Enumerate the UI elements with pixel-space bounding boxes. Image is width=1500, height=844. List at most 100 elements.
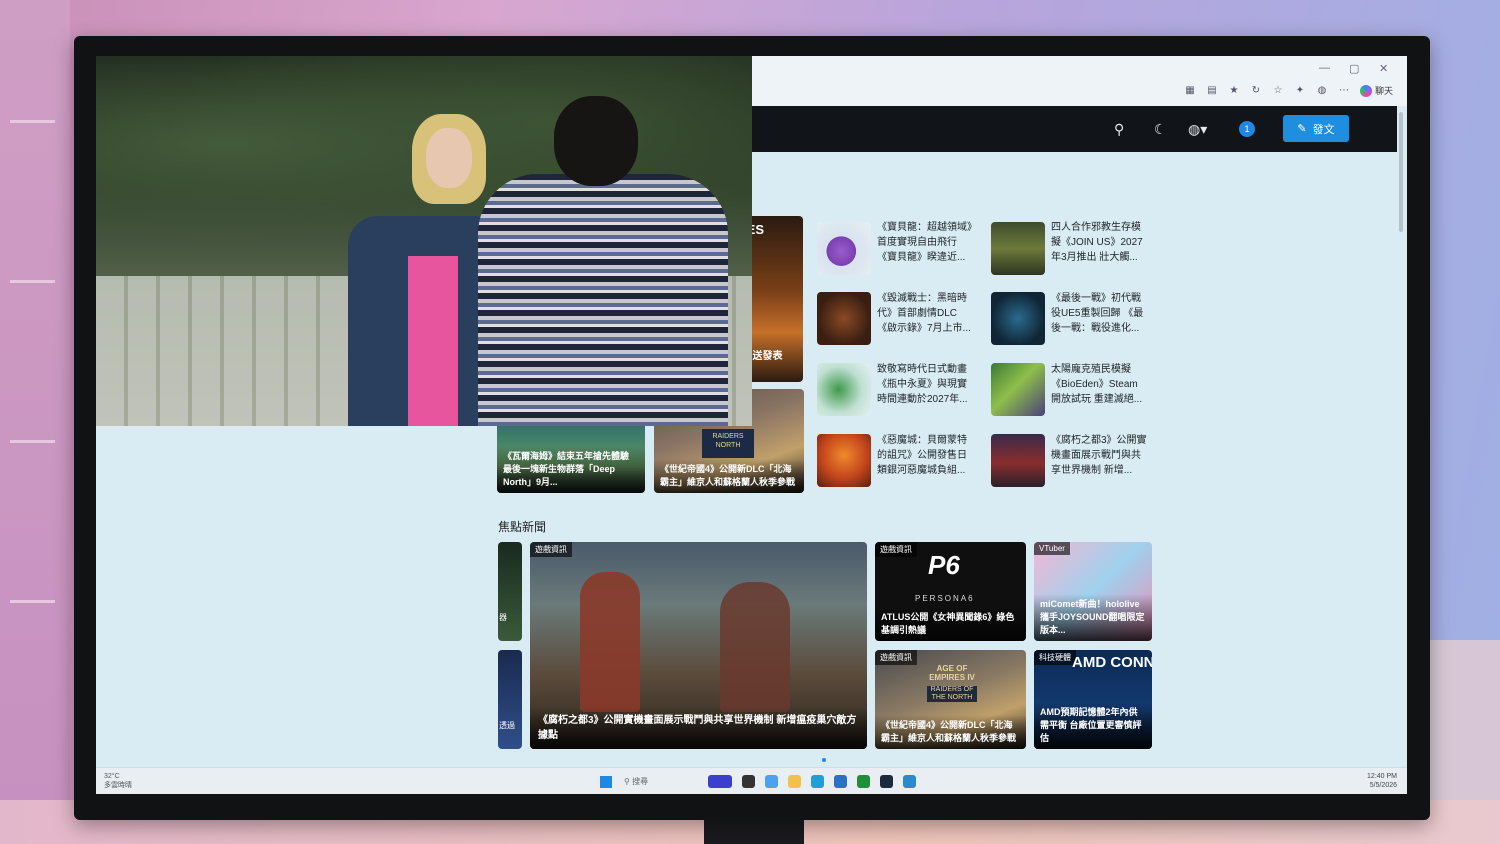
shelf xyxy=(10,440,55,443)
news-thumb[interactable] xyxy=(817,292,871,345)
search-icon[interactable]: ⚲ xyxy=(1114,121,1124,138)
zombie-fighter-figure xyxy=(580,572,640,712)
notification-badge[interactable]: 1 xyxy=(1239,121,1255,137)
app-icon[interactable] xyxy=(708,775,732,788)
focus-card-vtuber[interactable]: VTuber miComet新曲！hololive攜手JOYSOUND翻唱限定版… xyxy=(1034,542,1152,641)
video-player-overlay[interactable] xyxy=(96,56,752,426)
aoe4-logo: AGE OF EMPIRES IV xyxy=(929,664,975,682)
weather-widget[interactable]: 32°C 多雲時晴 xyxy=(104,772,132,790)
maximize-button[interactable]: ▢ xyxy=(1349,62,1359,75)
language-globe-icon[interactable]: ◍▾ xyxy=(1188,121,1207,138)
pencil-icon: ✎ xyxy=(1297,123,1307,135)
store-icon[interactable] xyxy=(834,775,847,788)
profile-icon[interactable]: ◍ xyxy=(1316,85,1328,97)
news-title[interactable]: 《腐朽之都3》公開實機畫面展示戰鬥與共享世界機制 新增... xyxy=(1051,433,1147,478)
reader-icon[interactable]: ▤ xyxy=(1206,85,1218,97)
app-icon[interactable] xyxy=(765,775,778,788)
video-man-shirt xyxy=(478,174,728,426)
card-caption: ATLUS公開《女神異聞錄6》綠色基調引熱議 xyxy=(875,607,1026,641)
news-thumb[interactable] xyxy=(991,292,1045,345)
news-title[interactable]: 致敬寫時代日式動畫《瓶中永夏》與現實時間連動於2027年... xyxy=(877,362,973,407)
star-icon[interactable]: ★ xyxy=(1228,85,1240,97)
clock-time: 12:40 PM xyxy=(1367,773,1397,780)
copilot-label: 聊天 xyxy=(1374,86,1393,96)
news-thumb[interactable] xyxy=(817,222,871,275)
taskbar: 32°C 多雲時晴 ⚲ 搜尋 12:40 PM 5/5/2026 xyxy=(96,767,1407,794)
news-thumb[interactable] xyxy=(817,434,871,487)
screen: — ▢ ✕ ▦ ▤ ★ ↻ ☆ ✦ ◍ ⋯ 聊天 ⚲ ☾ ◍▾ 1 ✎ 發文 E… xyxy=(96,56,1407,794)
system-tray[interactable]: 12:40 PM 5/5/2026 xyxy=(1367,772,1397,790)
card-caption: 透過 xyxy=(499,721,515,730)
focus-card-partial[interactable]: 器 xyxy=(498,542,522,641)
clock-date: 5/5/2026 xyxy=(1369,782,1397,789)
folder-icon[interactable] xyxy=(788,775,801,788)
news-thumb[interactable] xyxy=(817,363,871,416)
focus-card-partial[interactable]: 透過 xyxy=(498,650,522,749)
news-title[interactable]: 四人合作邪教生存模擬《JOIN US》2027年3月推出 壯大觸... xyxy=(1051,220,1147,265)
focus-main-card[interactable]: 遊戲資訊 《腐朽之都3》公開實機畫面展示戰鬥與共享世界機制 新增瘟疫巢穴敵方據點 xyxy=(530,542,867,749)
video-woman-face xyxy=(426,128,472,188)
news-title[interactable]: 太陽龐克殖民模擬《BioEden》Steam開放試玩 重建滅絕... xyxy=(1051,362,1147,407)
extensions-icon[interactable]: ✦ xyxy=(1294,85,1306,97)
card-tag: VTuber xyxy=(1034,542,1070,555)
card-tag: 科技硬體 xyxy=(1034,650,1076,665)
focus-card-persona6[interactable]: 遊戲資訊 P6 PERSONA6 ATLUS公開《女神異聞錄6》綠色基調引熱議 xyxy=(875,542,1026,641)
weather-temp: 32°C xyxy=(104,773,120,780)
section-title-focus: 焦點新聞 xyxy=(498,520,547,534)
favorites-icon[interactable]: ☆ xyxy=(1272,85,1284,97)
news-title[interactable]: 《惡魔城：貝爾蒙特的詛咒》公開發售日 類銀河惡魔城負組... xyxy=(877,433,973,478)
copilot-icon xyxy=(1359,84,1372,97)
card-caption: 器 xyxy=(499,613,507,622)
toolbar-icons: ▦ ▤ ★ ↻ ☆ ✦ ◍ ⋯ 聊天 xyxy=(1184,84,1393,97)
focus-card-amd[interactable]: 科技硬體 AMD CONN AMD預期記憶體2年內供需平衡 台廠位置更審慎評估 xyxy=(1034,650,1152,749)
split-icon[interactable]: ▦ xyxy=(1184,85,1196,97)
news-thumb[interactable] xyxy=(991,222,1045,275)
card-tag: 遊戲資訊 xyxy=(530,542,572,557)
news-title[interactable]: 《毀滅戰士：黑暗時代》首部劇情DLC《啟示錄》7月上市... xyxy=(877,291,973,336)
refresh-icon[interactable]: ↻ xyxy=(1250,85,1262,97)
card-tag: 遊戲資訊 xyxy=(875,542,917,557)
edge-icon[interactable] xyxy=(811,775,824,788)
card-caption: 《世紀帝國4》公開新DLC「北海霸主」維京人和蘇格蘭人秋季參戰 xyxy=(875,715,1026,749)
weather-desc: 多雲時晴 xyxy=(104,782,132,789)
amd-logo: AMD CONN xyxy=(1072,654,1152,671)
news-title[interactable]: 《寶貝龍：超越領域》首度實現自由飛行 《寶貝龍》睽違近... xyxy=(877,220,973,265)
room-wall-left xyxy=(0,0,70,844)
focus-card-aoe4[interactable]: 遊戲資訊 AGE OF EMPIRES IV RAIDERS OF THE NO… xyxy=(875,650,1026,749)
steam-icon[interactable] xyxy=(880,775,893,788)
taskbar-search[interactable]: ⚲ 搜尋 xyxy=(624,776,648,787)
more-icon[interactable]: ⋯ xyxy=(1338,85,1350,97)
news-thumb[interactable] xyxy=(991,434,1045,487)
shelf xyxy=(10,280,55,283)
taskbar-apps xyxy=(708,775,916,788)
dark-mode-icon[interactable]: ☾ xyxy=(1154,121,1167,138)
minimize-button[interactable]: — xyxy=(1319,62,1330,74)
scrollbar[interactable] xyxy=(1399,112,1403,232)
post-button[interactable]: ✎ 發文 xyxy=(1283,115,1349,142)
raiders-north-logo: RAIDERS NORTH xyxy=(702,429,754,458)
news-thumb[interactable] xyxy=(991,363,1045,416)
taskview-icon[interactable] xyxy=(742,775,755,788)
card-tag: 遊戲資訊 xyxy=(875,650,917,665)
card-caption: AMD預期記憶體2年內供需平衡 台廠位置更審慎評估 xyxy=(1034,702,1152,749)
video-woman-top xyxy=(408,256,458,426)
shelf xyxy=(10,120,55,123)
zombie-figure xyxy=(720,582,790,712)
close-button[interactable]: ✕ xyxy=(1379,62,1388,75)
monitor: — ▢ ✕ ▦ ▤ ★ ↻ ☆ ✦ ◍ ⋯ 聊天 ⚲ ☾ ◍▾ 1 ✎ 發文 E… xyxy=(74,36,1430,820)
post-label: 發文 xyxy=(1312,123,1335,136)
raiders-north-logo: RAIDERS OF THE NORTH xyxy=(927,686,977,702)
start-icon[interactable] xyxy=(600,776,612,788)
app-icon[interactable] xyxy=(903,775,916,788)
shelf xyxy=(10,600,55,603)
carousel-dot-active[interactable] xyxy=(822,758,826,762)
persona6-logo-sub: PERSONA6 xyxy=(915,594,975,603)
card-caption: 《腐朽之都3》公開實機畫面展示戰鬥與共享世界機制 新增瘟疫巢穴敵方據點 xyxy=(530,707,867,749)
news-title[interactable]: 《最後一戰》初代戰役UE5重製回歸 《最後一戰：戰役進化... xyxy=(1051,291,1147,336)
xbox-icon[interactable] xyxy=(857,775,870,788)
card-caption: 《世紀帝國4》公開新DLC「北海霸主」維京人和蘇格蘭人秋季參戰 xyxy=(654,459,804,493)
search-label: 搜尋 xyxy=(632,777,649,786)
card-caption: miComet新曲！hololive攜手JOYSOUND翻唱限定版本... xyxy=(1034,594,1152,641)
card-caption: 《瓦爾海姆》結束五年搶先體驗 最後一塊新生物群落「Deep North」9月..… xyxy=(497,446,645,493)
copilot-button[interactable]: 聊天 xyxy=(1359,84,1393,97)
